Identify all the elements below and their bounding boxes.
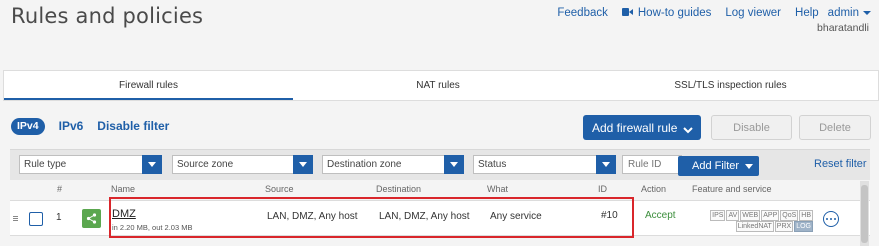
disable-button[interactable]: Disable [711,115,792,140]
rule-type-select[interactable]: Rule type [19,155,162,174]
video-camera-icon [621,8,633,16]
feedback-link[interactable]: Feedback [557,7,608,19]
delete-button[interactable]: Delete [799,115,871,140]
add-firewall-rule-button[interactable]: Add firewall rule [583,115,701,140]
col-what: What [487,184,509,194]
add-filter-button[interactable]: Add Filter [678,156,759,176]
feature-web-badge: WEB [740,210,761,221]
table-header: # Name Source Destination What ID Action… [10,181,870,199]
ipv4-toggle[interactable]: IPv4 [11,117,45,135]
reset-filter-link[interactable]: Reset filter [814,158,867,170]
feature-log-badge: LOG [794,221,813,232]
source-zone-value: Source zone [177,159,234,170]
log-viewer-link[interactable]: Log viewer [725,7,781,19]
share-icon[interactable] [82,209,101,228]
col-name: Name [111,184,136,194]
feature-ips-badge: IPS [710,210,726,221]
tab-nat-rules[interactable]: NAT rules [293,71,583,100]
help-link[interactable]: Help [795,7,819,19]
col-destination: Destination [376,184,422,194]
chevron-down-icon [683,123,693,137]
add-firewall-rule-label: Add firewall rule [592,120,678,135]
admin-menu[interactable]: admin [828,7,871,19]
rule-id-input[interactable] [622,155,682,174]
rule-source: LAN, DMZ, Any host [267,211,358,222]
ipv6-toggle[interactable]: IPv6 [59,119,84,133]
tab-firewall-rules[interactable]: Firewall rules [4,71,293,100]
feature-av-badge: AV [726,210,740,221]
username: bharatandli [817,22,869,34]
feature-linkednat-badge: LinkedNAT [735,221,774,232]
rule-id: #10 [601,210,618,221]
filter-bar: Rule type Source zone Destination zone S… [10,149,870,180]
dropdown-arrow-icon [293,155,313,174]
row-number: 1 [56,212,62,223]
tab-ssl-tls-rules[interactable]: SSL/TLS inspection rules [583,71,878,100]
add-filter-label: Add Filter [692,160,740,172]
table-row[interactable]: 1 DMZ in 2.20 MB, out 2.03 MB LAN, DMZ, … [10,200,870,236]
col-action: Action [641,184,667,194]
destination-zone-value: Destination zone [327,159,402,170]
col-num: # [57,184,63,194]
dropdown-arrow-icon [142,155,162,174]
how-to-guides-label: How-to guides [637,7,712,19]
rule-type-value: Rule type [24,159,67,170]
admin-label: admin [827,7,859,19]
dropdown-arrow-icon [444,155,464,174]
page-header: Rules and policies Feedback How-to guide… [0,0,879,70]
table-scrollbar[interactable] [860,181,869,246]
rule-what: Any service [490,211,542,222]
drag-handle-icon[interactable] [13,216,18,222]
status-select[interactable]: Status [473,155,616,174]
col-feature: Feature and service [692,184,772,194]
dropdown-arrow-icon [596,155,616,174]
feature-qos-badge: QoS [780,210,799,221]
rule-action: Accept [645,210,676,221]
feature-prx-badge: PRX [774,221,794,232]
ip-version-switcher: IPv4 IPv6 Disable filter [11,115,169,137]
page-title: Rules and policies [11,4,204,28]
feature-hb-badge: HB [799,210,813,221]
rules-tabs: Firewall rules NAT rules SSL/TLS inspect… [3,70,879,101]
chevron-down-icon [863,10,871,15]
feature-app-badge: APP [761,210,780,221]
more-options-icon[interactable] [823,211,839,227]
status-value: Status [478,159,507,170]
feature-badges: IPS AV WEB APP QoS HB LinkedNAT PRX LOG [703,210,813,232]
row-checkbox[interactable] [29,212,43,226]
caret-down-icon [745,163,754,169]
source-zone-select[interactable]: Source zone [172,155,313,174]
destination-zone-select[interactable]: Destination zone [322,155,464,174]
top-links: Feedback How-to guides Log viewer Help a… [557,7,871,19]
col-id: ID [598,184,607,194]
rule-name-link[interactable]: DMZ [112,208,136,220]
disable-filter-link[interactable]: Disable filter [97,119,169,133]
rule-destination: LAN, DMZ, Any host [379,211,470,222]
scrollbar-thumb[interactable] [861,185,868,243]
how-to-guides-link[interactable]: How-to guides [621,7,712,19]
rule-traffic: in 2.20 MB, out 2.03 MB [112,223,193,232]
col-source: Source [265,184,294,194]
